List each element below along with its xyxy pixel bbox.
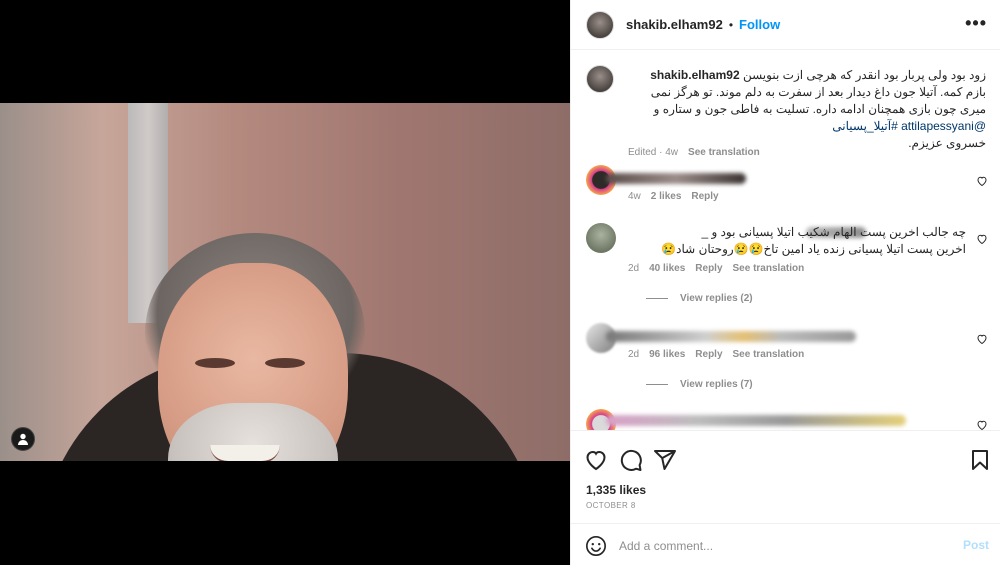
comment-time: 2d [628,349,640,360]
photo-eye-right [265,358,305,368]
post-comment-button[interactable]: Post [963,538,989,552]
comment-item [586,409,996,430]
comment-see-translation[interactable]: See translation [733,263,805,274]
comment-item: 2d 96 likes Reply See translation View r… [586,323,996,413]
emoji-icon[interactable] [585,535,607,557]
heart-icon[interactable] [976,419,988,430]
heart-icon[interactable] [976,233,988,245]
caption-line-3: میری چون بازی همچنان ادامه داره. تسلیت ب… [653,102,986,116]
heart-icon[interactable] [976,175,988,187]
caption-mention[interactable]: @attilapessyani [901,119,986,133]
comment-icon[interactable] [619,448,643,472]
view-replies-line [646,384,668,385]
caption-text: زود بود ولی پربار بود انقدر که هرچی ازت … [626,67,986,152]
view-replies-button[interactable]: View replies (2) [646,293,753,304]
author-username[interactable]: shakib.elham92 [626,17,723,32]
caption-line-2: بازم کمه. آتیلا جون داغ دیدار بعد از سفر… [650,85,986,99]
post-actions [571,430,1000,480]
photo-smile [210,445,280,461]
post-date: OCTOBER 8 [586,501,636,510]
view-replies-label: View replies (7) [680,379,753,390]
comment-redacted-text [606,331,856,342]
heart-icon[interactable] [976,333,988,345]
more-icon[interactable]: ••• [965,14,987,32]
comment-item: 4w 2 likes Reply [586,165,996,205]
caption-line-1: زود بود ولی پربار بود انقدر که هرچی ازت … [742,68,986,82]
caption-edited-time: Edited · 4w [628,147,679,158]
user-tag-icon[interactable] [11,427,35,451]
caption-hashtag[interactable]: #آتیلا_پسیانی [832,119,897,133]
comment-reply-button[interactable]: Reply [695,263,722,274]
caption-see-translation[interactable]: See translation [688,147,760,158]
comment-reply-button[interactable]: Reply [691,191,718,202]
likes-count[interactable]: 1,335 likes [586,483,646,497]
post-side-panel: shakib.elham92 • Follow ••• زود بود ولی … [570,0,1000,565]
bookmark-icon[interactable] [968,448,992,472]
like-heart-icon[interactable] [584,448,608,472]
comment-time: 4w [628,191,641,202]
comment-text-line-2: اخرین پست اتیلا پسیانی زنده یاد امین تاخ… [661,242,966,256]
comment-reply-button[interactable]: Reply [695,349,722,360]
view-replies-label: View replies (2) [680,293,753,304]
caption-username[interactable]: shakib.elham92 [650,68,739,82]
post-photo[interactable] [0,103,570,461]
comment-meta: 2d 40 likes Reply See translation [628,263,804,274]
follow-button[interactable]: Follow [739,17,780,32]
comment-time: 2d [628,263,640,274]
comments-list[interactable]: زود بود ولی پربار بود انقدر که هرچی ازت … [571,51,1000,430]
comment-likes[interactable]: 2 likes [651,191,682,202]
post-media[interactable] [0,0,570,565]
comment-see-translation[interactable]: See translation [733,349,805,360]
view-replies-line [646,298,668,299]
comment-redacted-text [606,415,906,426]
add-comment-bar: Post [571,523,1000,565]
view-replies-button[interactable]: View replies (7) [646,379,753,390]
comment-redacted-text [606,173,746,184]
comment-item: چه جالب اخرین پست الهام شکیب اتیلا پسیان… [586,223,996,313]
photo-eye-left [195,358,235,368]
share-icon[interactable] [653,448,677,472]
comment-avatar[interactable] [586,223,616,253]
comment-likes[interactable]: 40 likes [649,263,685,274]
separator-dot: • [728,17,734,32]
post-header: shakib.elham92 • Follow ••• [571,0,1000,50]
comment-input[interactable] [619,535,949,557]
comment-likes[interactable]: 96 likes [649,349,685,360]
instagram-post: shakib.elham92 • Follow ••• زود بود ولی … [0,0,1000,565]
comment-meta: 2d 96 likes Reply See translation [628,349,804,360]
comment-meta: 4w 2 likes Reply [628,191,719,202]
caption-avatar[interactable] [586,65,614,93]
author-avatar[interactable] [586,10,614,39]
caption-meta: Edited · 4w See translation [628,147,760,158]
comment-text-line-1: چه جالب اخرین پست الهام شکیب اتیلا پسیان… [701,225,966,239]
